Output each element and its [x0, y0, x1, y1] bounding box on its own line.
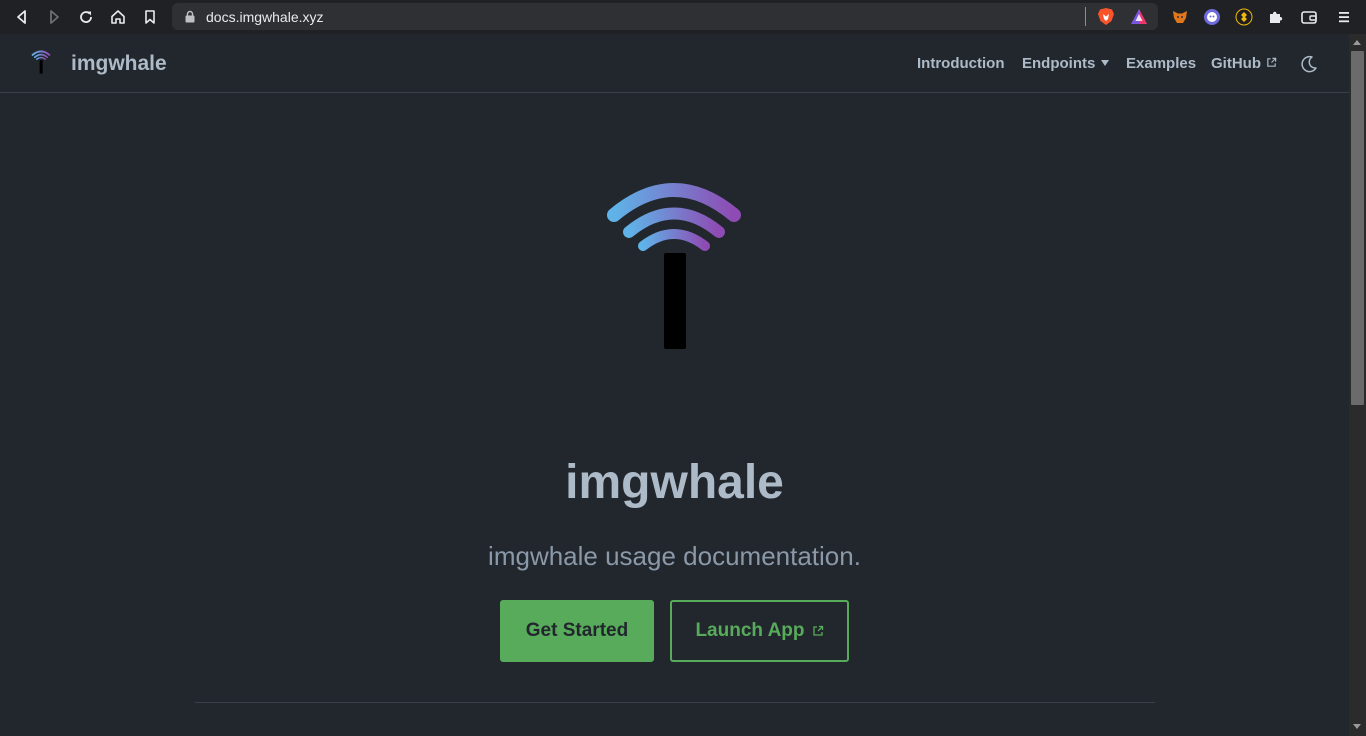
- brave-shield-icon[interactable]: [1097, 7, 1115, 26]
- launch-app-label: Launch App: [695, 620, 805, 641]
- url-divider: [1085, 7, 1086, 26]
- nav-link-endpoints[interactable]: Endpoints: [1022, 55, 1110, 73]
- metamask-extension-icon[interactable]: [1169, 6, 1191, 28]
- caret-down-icon: [1101, 60, 1110, 66]
- brand-name[interactable]: imgwhale: [71, 52, 167, 76]
- launch-app-button[interactable]: Launch App: [670, 600, 849, 662]
- scroll-thumb[interactable]: [1351, 51, 1364, 405]
- browser-toolbar: docs.imgwhale.xyz: [0, 0, 1366, 34]
- url-text: docs.imgwhale.xyz: [206, 9, 324, 25]
- bookmark-icon[interactable]: [138, 5, 162, 29]
- nav-link-endpoints-label: Endpoints: [1022, 55, 1096, 72]
- forward-icon[interactable]: [42, 5, 66, 29]
- menu-icon[interactable]: [1333, 6, 1355, 28]
- hero-logo-icon: [607, 183, 741, 349]
- brave-rewards-icon[interactable]: [1130, 8, 1148, 25]
- lock-icon: [185, 10, 195, 23]
- moon-icon[interactable]: [1299, 54, 1319, 74]
- site-navbar: imgwhale Introduction Endpoints Examples…: [0, 34, 1349, 93]
- external-link-icon: [812, 625, 823, 636]
- section-divider: [195, 702, 1155, 703]
- address-bar[interactable]: docs.imgwhale.xyz: [172, 3, 1158, 30]
- hero-title: imgwhale: [565, 456, 784, 509]
- home-icon[interactable]: [106, 5, 130, 29]
- puzzle-icon[interactable]: [1265, 6, 1287, 28]
- page-scrollbar[interactable]: [1349, 34, 1366, 736]
- binance-extension-icon[interactable]: [1233, 6, 1255, 28]
- wallet-icon[interactable]: [1298, 6, 1320, 28]
- scroll-down-arrow-icon[interactable]: [1353, 724, 1361, 729]
- hero-tagline: imgwhale usage documentation.: [488, 541, 861, 571]
- get-started-button[interactable]: Get Started: [500, 600, 654, 662]
- brand-logo-icon[interactable]: [31, 50, 51, 74]
- nav-link-introduction[interactable]: Introduction: [917, 55, 1004, 73]
- get-started-label: Get Started: [525, 620, 629, 641]
- nav-link-examples[interactable]: Examples: [1126, 55, 1196, 73]
- external-link-icon: [1267, 57, 1277, 67]
- nav-link-github-label: GitHub: [1211, 55, 1261, 72]
- scroll-up-arrow-icon[interactable]: [1353, 40, 1361, 45]
- reload-icon[interactable]: [74, 5, 98, 29]
- ghost-extension-icon[interactable]: [1201, 6, 1223, 28]
- nav-link-github[interactable]: GitHub: [1211, 55, 1277, 73]
- back-icon[interactable]: [10, 5, 34, 29]
